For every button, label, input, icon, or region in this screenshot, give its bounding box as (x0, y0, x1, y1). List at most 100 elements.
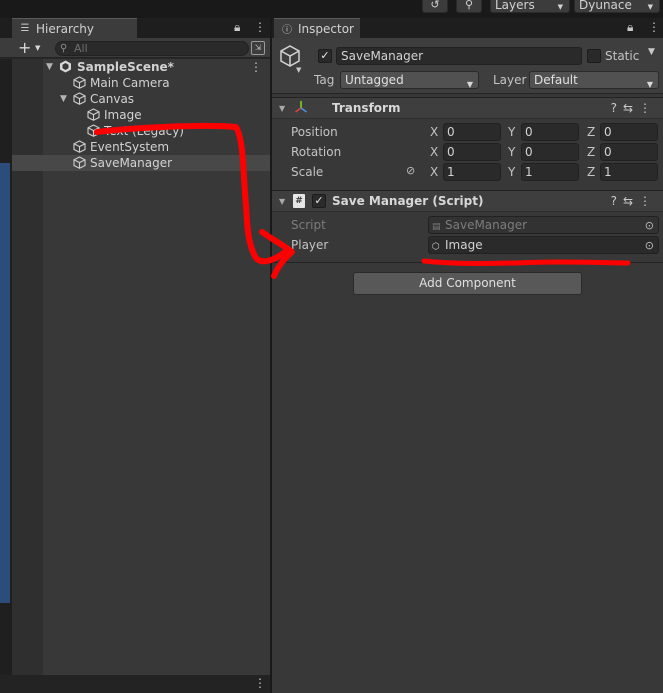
inspector-tabstrip: ⓘ Inspector 🔒︎ ⋮ (272, 18, 663, 38)
axis-y-label: Y (508, 145, 516, 159)
position-y-field[interactable]: 0 (521, 123, 579, 141)
rotation-x-field[interactable]: 0 (443, 143, 501, 161)
axis-y-label: Y (508, 165, 516, 179)
player-object-field[interactable]: ⬡ Image ⊙ (428, 236, 659, 254)
item-label: SaveManager (90, 156, 173, 170)
search-icon: ⚲ (464, 0, 474, 11)
scale-x-field[interactable]: 1 (443, 163, 501, 181)
tag-dropdown[interactable]: Untagged ▼ (340, 71, 479, 89)
scene-label: SampleScene* (77, 60, 174, 74)
player-value: Image (445, 238, 483, 252)
list-item-text-legacy[interactable]: Text (Legacy) (12, 123, 270, 139)
chevron-down-icon[interactable]: ▼ (279, 104, 285, 113)
chevron-down-icon: ▼ (647, 3, 653, 11)
csharp-script-icon: # (293, 194, 305, 208)
help-icon[interactable]: ? (611, 194, 623, 208)
gameobject-cube-icon (73, 156, 86, 169)
position-x-field[interactable]: 0 (443, 123, 501, 141)
kebab-menu-icon[interactable]: ⋮ (250, 60, 262, 74)
axis-x-label: X (430, 145, 439, 159)
chevron-down-icon[interactable]: ▼ (60, 94, 67, 104)
static-checkbox[interactable] (587, 49, 601, 63)
layout-dropdown[interactable]: Dyunace ▼ (574, 0, 660, 13)
list-item-eventsystem[interactable]: EventSystem (12, 139, 270, 155)
chevron-down-icon[interactable]: ▼ (296, 66, 301, 74)
search-placeholder: All (74, 42, 88, 55)
chevron-down-icon[interactable]: ▼ (35, 44, 40, 52)
chevron-down-icon[interactable]: ▼ (46, 62, 53, 72)
search-icon: ⚲ (60, 43, 68, 54)
layer-dropdown[interactable]: Default ▼ (529, 71, 659, 89)
constrain-proportions-icon[interactable]: ⊘ (406, 164, 415, 177)
kebab-menu-icon[interactable]: ⋮ (254, 676, 266, 690)
tab-inspector[interactable]: ⓘ Inspector (274, 18, 360, 38)
top-toolbar: ↺ ⚲ Layers ▼ Dyunace ▼ (0, 0, 663, 16)
info-icon: ⓘ (282, 25, 292, 36)
gameobject-cube-icon[interactable] (278, 44, 302, 68)
tab-hierarchy-label: Hierarchy (36, 21, 95, 36)
layers-dropdown[interactable]: Layers ▼ (490, 0, 570, 13)
kebab-menu-icon[interactable]: ⋮ (639, 101, 657, 115)
component-tools: ?⇆⋮ (611, 101, 657, 115)
object-picker-icon[interactable]: ⊙ (645, 238, 654, 254)
help-icon[interactable]: ? (611, 101, 623, 115)
scene-visibility-icon[interactable]: ⇲ (251, 41, 265, 55)
gameobject-cube-icon (73, 140, 86, 153)
rotation-z-field[interactable]: 0 (600, 143, 658, 161)
scale-y-field[interactable]: 1 (521, 163, 579, 181)
script-object-field: ▤ SaveManager ⊙ (428, 216, 659, 234)
gameobject-header: ▼ ✓ SaveManager Static ▼ Tag Untagged ▼ … (272, 38, 663, 94)
component-divider (272, 262, 663, 263)
hierarchy-search-input[interactable]: ⚲ All (55, 41, 249, 56)
create-button[interactable]: + (18, 38, 31, 57)
active-checkbox[interactable]: ✓ (318, 49, 332, 63)
unity-scene-icon (59, 60, 72, 73)
tab-hierarchy[interactable]: ☰ Hierarchy (12, 18, 137, 38)
list-item-canvas[interactable]: ▼ Canvas (12, 91, 270, 107)
preset-icon[interactable]: ⇆ (623, 194, 639, 208)
gameobject-name-field[interactable]: SaveManager (336, 47, 582, 65)
search-button[interactable]: ⚲ (456, 0, 482, 13)
script-component-header[interactable]: ▼ # ✓ Save Manager (Script) ?⇆⋮ (272, 190, 663, 212)
chevron-down-icon[interactable]: ▼ (279, 197, 285, 206)
transform-header[interactable]: ▼ Transform ?⇆⋮ (272, 97, 663, 119)
axis-z-label: Z (587, 165, 596, 179)
rotation-label: Rotation (291, 145, 342, 159)
player-label: Player (291, 238, 329, 252)
hierarchy-toolbar: + ▼ ⚲ All ⇲ (0, 38, 270, 58)
list-item-main-camera[interactable]: Main Camera (12, 75, 270, 91)
hierarchy-tabstrip: ☰ Hierarchy 🔒︎ ⋮ (0, 18, 270, 38)
lock-icon[interactable]: 🔒︎ (627, 20, 633, 35)
layer-label: Layer (493, 73, 527, 87)
kebab-menu-icon[interactable]: ⋮ (648, 20, 660, 34)
hierarchy-list: ▼ SampleScene* ⋮ Main Camera ▼ Canvas Im… (12, 59, 270, 675)
kebab-menu-icon[interactable]: ⋮ (254, 20, 266, 34)
add-component-button[interactable]: Add Component (353, 272, 582, 295)
kebab-menu-icon[interactable]: ⋮ (639, 194, 657, 208)
list-item-savemanager[interactable]: SaveManager (12, 155, 270, 171)
gameobject-cube-icon (73, 76, 86, 89)
rotation-y-field[interactable]: 0 (521, 143, 579, 161)
object-picker-icon: ⊙ (644, 219, 654, 232)
static-label: Static (605, 49, 640, 63)
preset-icon[interactable]: ⇆ (623, 101, 639, 115)
layer-value: Default (534, 73, 578, 87)
chevron-down-icon[interactable]: ▼ (648, 47, 655, 57)
list-item-image[interactable]: Image (12, 107, 270, 123)
chevron-down-icon: ▼ (646, 80, 653, 89)
scale-z-field[interactable]: 1 (600, 163, 658, 181)
history-icon: ↺ (430, 0, 440, 11)
item-label: Main Camera (90, 76, 170, 90)
scene-view-strip (0, 163, 10, 603)
axis-x-label: X (430, 165, 439, 179)
list-item-scene[interactable]: ▼ SampleScene* ⋮ (12, 59, 270, 75)
chevron-down-icon: ▼ (557, 3, 563, 11)
inspector-panel: ⓘ Inspector 🔒︎ ⋮ ▼ ✓ SaveManager Static … (272, 18, 663, 693)
script-file-icon: ▤ (432, 222, 441, 232)
lock-icon[interactable]: 🔒︎ (234, 20, 240, 35)
history-button[interactable]: ↺ (422, 0, 448, 13)
transform-title: Transform (332, 101, 401, 115)
position-z-field[interactable]: 0 (600, 123, 658, 141)
component-enabled-checkbox[interactable]: ✓ (312, 194, 326, 208)
position-label: Position (291, 125, 338, 139)
